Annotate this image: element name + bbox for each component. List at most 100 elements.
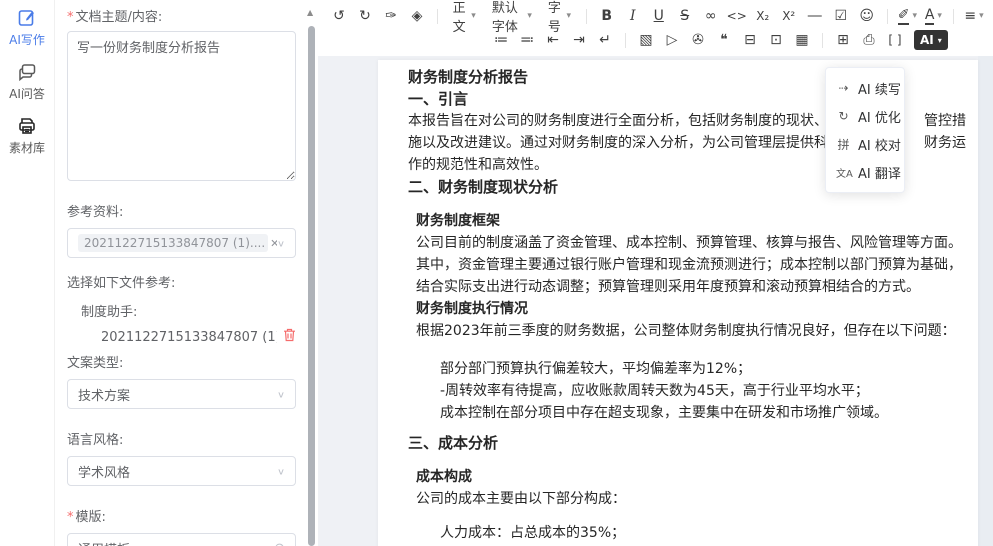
style-value: 学术风格 [78,462,277,481]
doc-list-item: -周转效率有待提高，应收账款周转天数为45天，高于行业平均水平； [440,380,966,402]
assistant-label: 制度助手: [81,301,296,320]
assistant-file-name: 2021122715133847807 (1).... [101,330,277,345]
divider-block-icon[interactable]: ⊟ [739,29,761,51]
highlight-pen-icon[interactable]: ✐▾ [896,5,918,27]
caret-down-icon: ▾ [937,11,942,21]
file-ref-label: 选择如下文件参考: [67,272,296,291]
panel-scrollbar[interactable]: ▲ [305,0,317,546]
ai-continue-icon: ⇢ [836,81,851,95]
doc-subheading-framework: 财务制度框架 [416,210,966,232]
ai-menu-item-optimize[interactable]: ↻ AI 优化 [826,102,904,130]
nav-label: 素材库 [9,139,45,156]
doc-paragraph-line: 公司的成本主要由以下部分构成： [416,488,966,510]
doc-paragraph-line: 结合实际支出进行动态调整；预算管理则采用年度预算和滚动预算相结合的方式。 [416,276,966,298]
template-value: 通用模板 [78,539,260,546]
divider [822,33,823,48]
indent-icon[interactable]: ⇥ [568,29,590,51]
chevron-down-icon: ∨ [277,238,285,248]
template-clear-icon[interactable]: ⊘ [274,541,285,546]
doc-list-item: 部分部门预算执行偏差较大，平均偏差率为12%； [440,358,966,380]
insert-table-icon[interactable]: ▦ [791,29,813,51]
nav-item-material-library[interactable]: 素材库 [9,116,45,156]
emoji-icon[interactable]: ☺ [856,5,878,27]
doc-type-select[interactable]: 技术方案 ∨ [67,379,296,409]
style-label: 语言风格: [67,429,296,448]
font-color-icon[interactable]: A▾ [922,5,944,27]
divider [887,9,888,24]
ai-menu-button[interactable]: AI▾ [914,30,948,50]
doc-subheading-execution: 财务制度执行情况 [416,298,966,320]
horizontal-rule-icon[interactable]: ― [804,5,826,27]
fullscreen-icon[interactable]: [ ] [884,29,906,51]
ordered-list-icon[interactable]: ≕ [516,29,538,51]
divider [625,33,626,48]
eraser-icon[interactable]: ◈ [406,5,428,27]
nav-item-ai-qa[interactable]: AI问答 [9,62,45,102]
nav-label: AI写作 [9,31,45,48]
doc-type-label: 文案类型: [67,352,296,371]
tag-close-icon[interactable]: ✕ [270,237,277,250]
bullet-list-icon[interactable]: ≔ [490,29,512,51]
left-nav-rail: AI写作 AI问答 素材库 [0,0,55,546]
scroll-up-icon[interactable]: ▲ [307,8,313,17]
toolbar-row-2: ≔ ≕ ⇤ ⇥ ↵ ▧ ▷ ✇ ❝ ⊟ ⊡ ▦ ⊞ ⎙ [ ] AI▾ [488,28,987,52]
delete-file-icon[interactable] [283,328,296,346]
bold-icon[interactable]: B [596,5,618,27]
reference-label: 参考资料: [67,201,296,220]
code-block-icon[interactable]: ⊡ [765,29,787,51]
template-label: *模版: [67,506,296,525]
caret-down-icon: ▾ [567,11,572,21]
code-icon[interactable]: <> [726,5,748,27]
superscript-icon[interactable]: X² [778,5,800,27]
ai-translate-icon: 文A [836,165,851,180]
doc-list-item: 成本控制在部分项目中存在超支现象，主要集中在研发和市场推广领域。 [440,402,966,424]
underline-icon[interactable]: U [648,5,670,27]
undo-icon[interactable]: ↺ [328,5,350,27]
doc-paragraph-line: 其中，资金管理主要通过银行账户管理和现金流预测进行；成本控制以部门预算为基础， [416,254,966,276]
ai-proofread-icon: 拼 [836,136,851,153]
format-painter-icon[interactable]: ✑ [380,5,402,27]
insert-image-icon[interactable]: ▧ [635,29,657,51]
ai-menu-item-translate[interactable]: 文A AI 翻译 [826,158,904,186]
reference-select[interactable]: 2021122715133847807 (1)....✕ ∨ [67,228,296,258]
align-icon[interactable]: ≡▾ [963,5,985,27]
strikethrough-icon[interactable]: S [674,5,696,27]
nav-label: AI问答 [9,85,45,102]
style-select[interactable]: 学术风格 ∨ [67,456,296,486]
ai-menu-item-continue[interactable]: ⇢ AI 续写 [826,74,904,102]
caret-down-icon: ▾ [912,11,917,21]
editor-scrollbar-gutter[interactable] [978,56,993,546]
editor-area: ↺ ↻ ✑ ◈ 正文▾ 默认字体▾ 字号▾ B I U S ∞ <> X₂ X²… [318,0,993,546]
reference-tag: 2021122715133847807 (1)....✕ [78,234,268,252]
checkbox-icon[interactable]: ☑ [830,5,852,27]
nav-item-ai-writing[interactable]: AI写作 [9,8,45,48]
italic-icon[interactable]: I [622,5,644,27]
print-icon[interactable]: ⎙ [858,29,880,51]
blockquote-icon[interactable]: ❝ [713,29,735,51]
paragraph-style-dropdown[interactable]: 正文▾ [453,0,476,35]
app-window: AI写作 AI问答 素材库 *文档主题 [0,0,993,546]
subscript-icon[interactable]: X₂ [752,5,774,27]
doc-list-item: 人力成本：占总成本的35%； [440,522,966,544]
panel-scrollbar-thumb[interactable] [308,26,315,546]
ai-menu-item-proofread[interactable]: 拼 AI 校对 [826,130,904,158]
insert-video-icon[interactable]: ▷ [661,29,683,51]
doc-paragraph-line: 公司目前的制度涵盖了资金管理、成本控制、预算管理、核算与报告、风险管理等方面。 [416,232,966,254]
ai-dropdown-menu: ⇢ AI 续写 ↻ AI 优化 拼 AI 校对 文A AI 翻译 [825,67,905,193]
line-break-icon[interactable]: ↵ [594,29,616,51]
link-icon[interactable]: ∞ [700,5,722,27]
ai-writing-icon [17,8,37,28]
doc-subheading-cost-structure: 成本构成 [416,466,966,488]
required-mark: * [67,10,74,25]
redo-icon[interactable]: ↻ [354,5,376,27]
document-canvas: 财务制度分析报告 一、引言 本报告旨在对公司的财务制度进行全面分析，包括财务制度… [318,56,993,546]
embed-icon[interactable]: ⊞ [832,29,854,51]
caret-down-icon: ▾ [979,11,984,21]
template-select[interactable]: 通用模板 ∨ ⊘ [67,533,296,546]
outdent-icon[interactable]: ⇤ [542,29,564,51]
topic-label: *文档主题/内容: [67,6,296,25]
chevron-down-icon: ∨ [277,466,285,476]
material-library-icon [17,116,37,136]
topic-textarea[interactable]: 写一份财务制度分析报告 [67,31,296,181]
attachment-icon[interactable]: ✇ [687,29,709,51]
